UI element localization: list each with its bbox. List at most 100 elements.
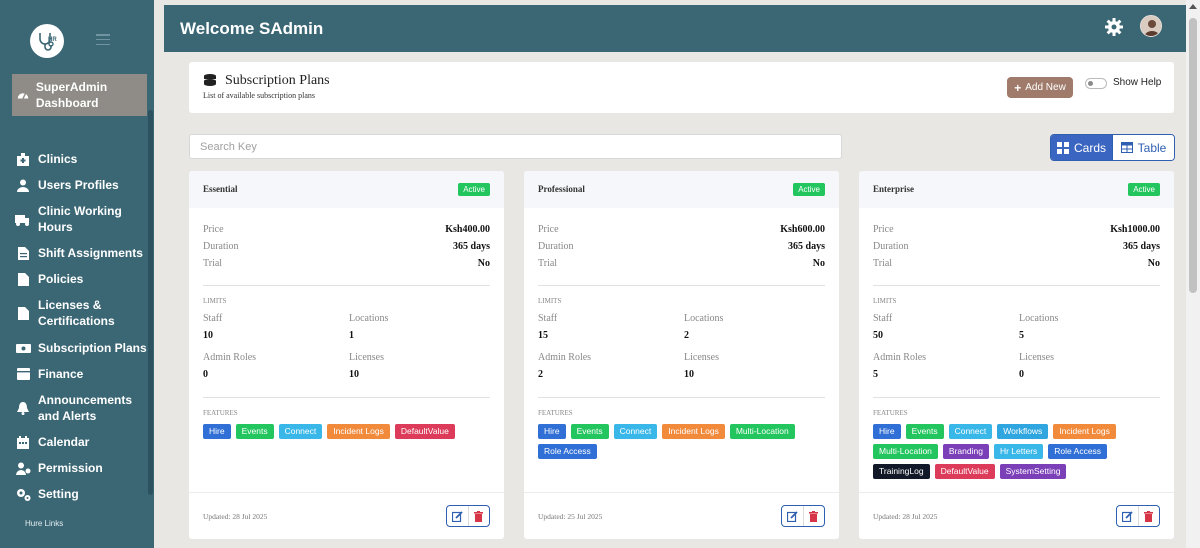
plan-name: Enterprise [873, 184, 914, 194]
divider [873, 285, 1160, 286]
duration-value: 365 days [788, 241, 825, 252]
search-input[interactable] [189, 134, 842, 159]
sidebar-item-calendar[interactable]: Calendar [12, 434, 148, 450]
hure-links-heading: Hure Links [25, 519, 64, 528]
sidebar-item-licenses-certifications[interactable]: Licenses & Certifications [12, 297, 148, 329]
feature-tag: Events [235, 424, 274, 439]
card-actions [1116, 505, 1160, 527]
locations-value: 1 [349, 330, 354, 341]
sidebar-item-label: Licenses & Certifications [38, 298, 115, 328]
sidebar-scrollbar[interactable] [148, 110, 153, 495]
status-badge: Active [1128, 183, 1160, 196]
show-help-label: Show Help [1113, 77, 1162, 88]
delete-button[interactable] [1137, 506, 1160, 526]
card-actions [781, 505, 825, 527]
divider [203, 285, 490, 286]
app-logo[interactable]: HR [30, 24, 64, 58]
menu-toggle-icon[interactable] [96, 34, 110, 45]
show-help-toggle[interactable] [1085, 78, 1107, 89]
document-icon [12, 246, 34, 260]
features-heading: FEATURES [538, 409, 573, 417]
edit-button[interactable] [782, 506, 803, 526]
sidebar-item-clinic-working-hours[interactable]: Clinic Working Hours [12, 203, 148, 235]
add-new-label: Add New [1025, 82, 1066, 93]
feature-tag: Hire [873, 424, 901, 439]
locations-value: 2 [684, 330, 689, 341]
trial-label: Trial [873, 258, 893, 269]
sidebar-item-announcements[interactable]: Announcements and Alerts [12, 392, 148, 424]
features-heading: FEATURES [203, 409, 238, 417]
plan-card: Enterprise Active Price Ksh1000.00 Durati… [859, 171, 1174, 539]
updated-date: Updated: 28 Jul 2025 [873, 512, 938, 521]
trial-value: No [812, 258, 825, 269]
price-label: Price [873, 224, 894, 235]
section-title: Subscription Plans [225, 73, 330, 88]
feature-tag: Multi-Location [873, 444, 938, 459]
feature-tag: Hr Letters [993, 444, 1044, 459]
sidebar-item-finance[interactable]: Finance [12, 366, 148, 382]
trash-icon [474, 510, 484, 522]
sidebar-item-label: SuperAdmin Dashboard [35, 80, 108, 110]
feature-tag: Connect [278, 424, 323, 439]
add-new-button[interactable]: + Add New [1007, 77, 1073, 98]
page-scrollbar[interactable] [1186, 0, 1200, 548]
sidebar-item-subscription-plans[interactable]: Subscription Plans [12, 340, 148, 356]
subscription-plans-header: Subscription Plans List of available sub… [189, 62, 1174, 113]
features-heading: FEATURES [873, 409, 908, 417]
edit-button[interactable] [447, 506, 468, 526]
feature-tag: Connect [948, 424, 993, 439]
feature-tags: Hire Events Connect Incident Logs DefaultVal… [203, 424, 493, 439]
sidebar-item-label: Shift Assignments [38, 246, 143, 260]
gear-icon[interactable] [1104, 17, 1124, 37]
truck-clock-icon [12, 213, 34, 226]
delete-button[interactable] [802, 506, 825, 526]
sidebar-item-policies[interactable]: Policies [12, 271, 148, 287]
feature-tag: Connect [613, 424, 658, 439]
cards-view-button[interactable]: Cards [1051, 135, 1112, 160]
delete-button[interactable] [467, 506, 490, 526]
plan-card-header: Enterprise Active [859, 171, 1174, 208]
scroll-up-icon[interactable] [1189, 4, 1197, 9]
staff-label: Staff [538, 313, 558, 324]
staff-label: Staff [873, 313, 893, 324]
staff-limit: Staff 15 [538, 313, 557, 341]
edit-icon [451, 510, 463, 522]
sidebar-item-permission[interactable]: Permission [12, 460, 148, 476]
sidebar-item-setting[interactable]: Setting [12, 486, 148, 502]
sidebar-item-label: Setting [38, 487, 79, 501]
trial-label: Trial [203, 258, 223, 269]
sidebar-item-dashboard[interactable]: SuperAdmin Dashboard [12, 74, 147, 116]
avatar[interactable] [1140, 15, 1162, 37]
divider [873, 397, 1160, 398]
trial-row: Trial No [538, 258, 825, 269]
table-view-label: Table [1137, 140, 1167, 155]
divider [538, 285, 825, 286]
price-label: Price [203, 224, 224, 235]
divider [203, 397, 490, 398]
staff-label: Staff [203, 313, 223, 324]
edit-button[interactable] [1117, 506, 1138, 526]
edit-icon [786, 510, 798, 522]
sidebar-item-label: Clinic Working Hours [38, 204, 122, 234]
feature-tag: Role Access [1048, 444, 1108, 459]
duration-value: 365 days [453, 241, 490, 252]
plan-card-footer: Updated: 25 Jul 2025 [524, 492, 839, 539]
trial-value: No [477, 258, 490, 269]
locations-limit: Locations 2 [684, 313, 723, 341]
admin-roles-limit: Admin Roles 2 [538, 352, 591, 380]
licenses-limit: Licenses 10 [349, 352, 384, 380]
scrollbar-thumb[interactable] [1189, 18, 1197, 293]
trial-row: Trial No [873, 258, 1160, 269]
duration-label: Duration [873, 241, 909, 252]
locations-label: Locations [349, 313, 389, 324]
limits-heading: LIMITS [538, 297, 562, 305]
price-value: Ksh1000.00 [1110, 224, 1160, 235]
sidebar-item-users-profiles[interactable]: Users Profiles [12, 177, 148, 193]
price-value: Ksh400.00 [445, 224, 490, 235]
sidebar-item-shift-assignments[interactable]: Shift Assignments [12, 245, 148, 261]
updated-date: Updated: 25 Jul 2025 [538, 512, 603, 521]
dashboard-gauge-icon [14, 88, 32, 102]
sidebar-item-clinics[interactable]: Clinics [12, 151, 148, 167]
table-view-button[interactable]: Table [1112, 135, 1174, 160]
admin-roles-value: 0 [203, 369, 208, 380]
